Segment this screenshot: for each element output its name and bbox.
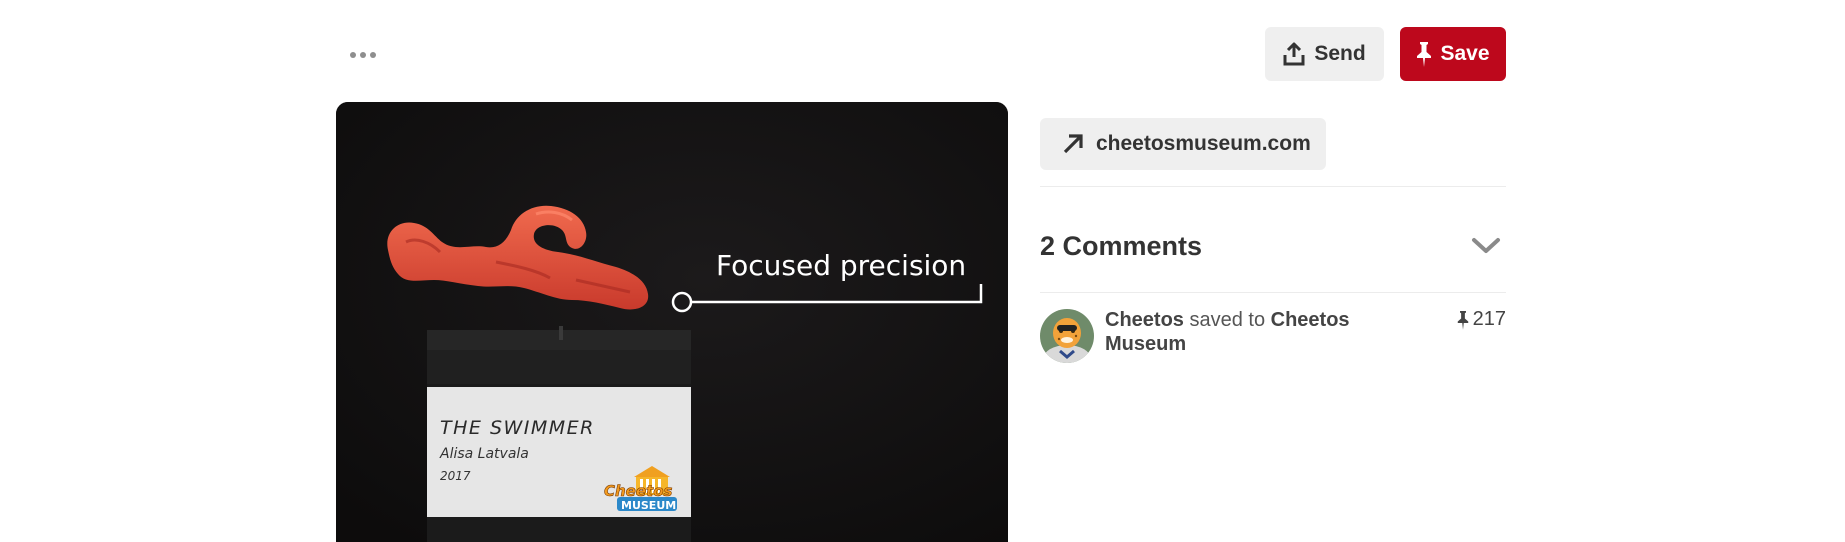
pushpin-icon xyxy=(1457,310,1468,330)
avatar[interactable] xyxy=(1040,309,1094,363)
activity-user-link[interactable]: Cheetos xyxy=(1105,309,1184,331)
pin-image[interactable]: Focused precision THE SWIMMER Alisa Latv… xyxy=(336,102,1008,542)
arrow-up-right-icon xyxy=(1063,134,1083,154)
save-button[interactable]: Save xyxy=(1400,27,1506,81)
more-options-button[interactable] xyxy=(340,38,386,72)
callout-text: Focused precision xyxy=(716,249,966,282)
activity-text: Cheetos saved to Cheetos Museum xyxy=(1105,308,1405,356)
chevron-down-icon xyxy=(1472,238,1500,253)
pushpin-icon xyxy=(1417,42,1432,67)
divider xyxy=(1040,292,1506,293)
pin-photo: Focused precision THE SWIMMER Alisa Latv… xyxy=(336,102,1008,542)
pin-count-value: 217 xyxy=(1472,308,1506,330)
placard: THE SWIMMER Alisa Latvala 2017 Cheetos M… xyxy=(427,387,691,517)
save-activity: Cheetos saved to Cheetos Museum 217 xyxy=(1040,308,1506,364)
source-link-label: cheetosmuseum.com xyxy=(1096,132,1311,155)
chester-cheetah-avatar xyxy=(1040,309,1094,363)
save-label: Save xyxy=(1440,42,1490,65)
comments-header: 2 Comments xyxy=(1040,226,1506,266)
svg-text:MUSEUM: MUSEUM xyxy=(621,499,676,512)
ellipsis-icon xyxy=(350,52,376,58)
source-link-button[interactable]: cheetosmuseum.com xyxy=(1040,118,1326,170)
pin-closeup-page: Send Save Focused precision THE SWIMMER … xyxy=(0,0,1845,542)
share-upload-icon xyxy=(1283,42,1305,66)
placard-year: 2017 xyxy=(440,469,471,483)
send-label: Send xyxy=(1314,42,1366,65)
send-button[interactable]: Send xyxy=(1265,27,1384,81)
pin-count: 217 xyxy=(1457,308,1506,331)
divider xyxy=(1040,186,1506,187)
placard-artist: Alisa Latvala xyxy=(439,446,529,462)
comments-toggle-button[interactable] xyxy=(1466,226,1506,266)
placard-title: THE SWIMMER xyxy=(440,417,595,439)
comments-title: 2 Comments xyxy=(1040,230,1203,261)
activity-action: saved to xyxy=(1189,309,1266,331)
